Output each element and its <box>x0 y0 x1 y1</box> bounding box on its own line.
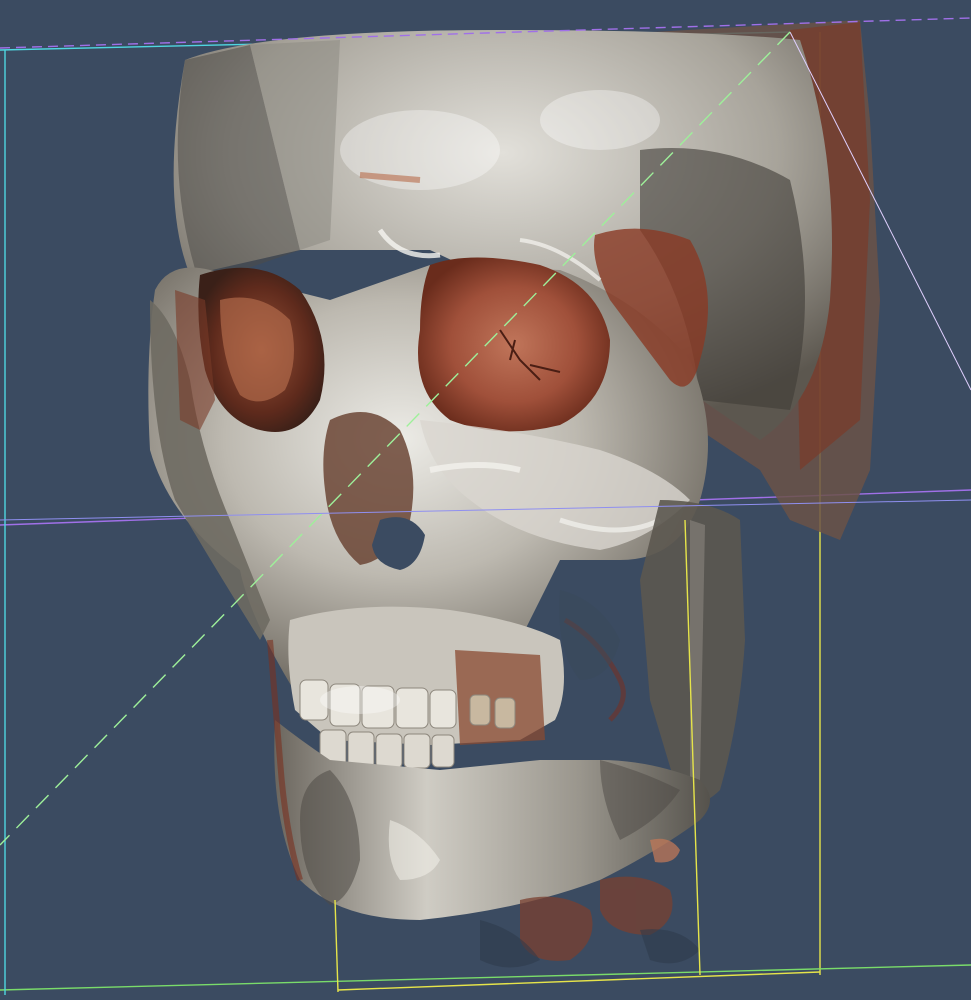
volume-render-canvas[interactable] <box>0 0 971 1000</box>
skull-volume-icon[interactable] <box>148 20 880 968</box>
3d-volume-viewport[interactable] <box>0 0 971 1000</box>
